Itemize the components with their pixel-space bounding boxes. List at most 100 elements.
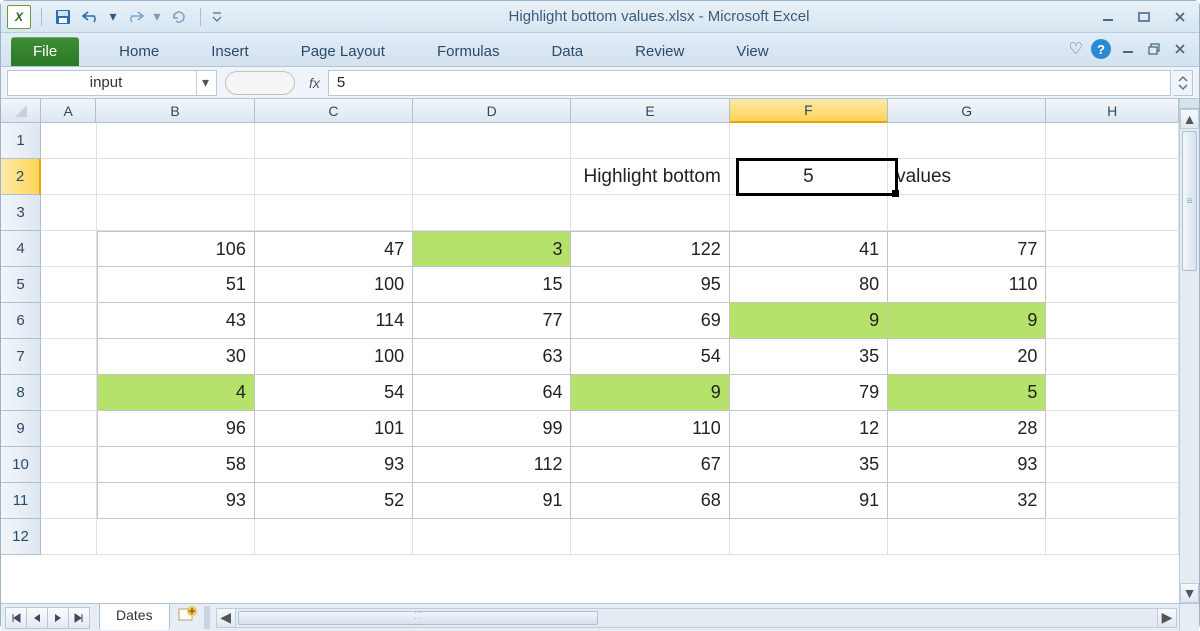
cell-F1[interactable]	[730, 123, 888, 159]
ribbon-tab-page-layout[interactable]: Page Layout	[281, 37, 405, 66]
cell-C2[interactable]	[255, 159, 413, 195]
cell-G2[interactable]: values	[888, 159, 1046, 195]
row-header-4[interactable]: 4	[1, 231, 41, 267]
minimize-button[interactable]	[1095, 7, 1121, 27]
help-icon[interactable]: ?	[1091, 39, 1111, 59]
cell-H7[interactable]	[1046, 339, 1179, 375]
split-box[interactable]	[1180, 99, 1199, 109]
column-header-G[interactable]: G	[888, 99, 1046, 123]
ribbon-tab-insert[interactable]: Insert	[191, 37, 269, 66]
undo-dropdown[interactable]: ▾	[108, 6, 118, 28]
cell-G7[interactable]: 20	[888, 339, 1046, 375]
cell-H8[interactable]	[1046, 375, 1179, 411]
hscroll-thumb[interactable]	[238, 611, 598, 625]
cell-A6[interactable]	[41, 303, 97, 339]
cell-G3[interactable]	[888, 195, 1046, 231]
cell-D7[interactable]: 63	[413, 339, 571, 375]
row-header-3[interactable]: 3	[1, 195, 41, 231]
cell-F12[interactable]	[730, 519, 888, 555]
cell-A2[interactable]	[41, 159, 97, 195]
excel-icon[interactable]: X	[7, 5, 31, 29]
file-tab[interactable]: File	[11, 37, 79, 66]
name-box-dropdown[interactable]: ▾	[196, 71, 214, 95]
cell-H12[interactable]	[1046, 519, 1179, 555]
cell-H10[interactable]	[1046, 447, 1179, 483]
cell-D1[interactable]	[413, 123, 571, 159]
cell-A4[interactable]	[41, 231, 97, 267]
tab-prev-button[interactable]	[26, 607, 48, 629]
cell-H3[interactable]	[1046, 195, 1179, 231]
cell-D11[interactable]: 91	[413, 483, 571, 519]
doc-restore-button[interactable]	[1145, 39, 1163, 59]
row-header-5[interactable]: 5	[1, 267, 41, 303]
cell-A5[interactable]	[41, 267, 97, 303]
ribbon-collapse-icon[interactable]: ♡	[1069, 39, 1083, 59]
cell-G5[interactable]: 110	[888, 267, 1046, 303]
cell-C11[interactable]: 52	[255, 483, 413, 519]
tab-next-button[interactable]	[47, 607, 69, 629]
tab-first-button[interactable]	[5, 607, 27, 629]
column-header-E[interactable]: E	[571, 99, 729, 123]
row-header-9[interactable]: 9	[1, 411, 41, 447]
cell-E6[interactable]: 69	[571, 303, 729, 339]
redo-dropdown[interactable]: ▾	[152, 6, 162, 28]
cell-G6[interactable]: 9	[888, 303, 1046, 339]
row-header-2[interactable]: 2	[1, 159, 41, 195]
cell-H2[interactable]	[1046, 159, 1179, 195]
ribbon-tab-view[interactable]: View	[716, 37, 788, 66]
formula-bar-expand[interactable]	[1173, 70, 1193, 96]
cell-E10[interactable]: 67	[571, 447, 729, 483]
column-header-C[interactable]: C	[255, 99, 413, 123]
redo-button[interactable]	[124, 6, 146, 28]
select-all-corner[interactable]	[1, 99, 41, 123]
refresh-button[interactable]	[168, 6, 190, 28]
cell-G4[interactable]: 77	[888, 231, 1046, 267]
sheet[interactable]: ABCDEFGH 123456789101112 Highlight botto…	[1, 99, 1179, 603]
sheet-tab[interactable]: Dates	[99, 603, 170, 630]
cell-H5[interactable]	[1046, 267, 1179, 303]
cell-E5[interactable]: 95	[571, 267, 729, 303]
new-sheet-button[interactable]	[176, 604, 200, 624]
cell-B6[interactable]: 43	[97, 303, 255, 339]
cell-B7[interactable]: 30	[97, 339, 255, 375]
cell-D2[interactable]	[413, 159, 571, 195]
cell-C4[interactable]: 47	[255, 231, 413, 267]
cells-grid[interactable]: Highlight bottom5values10647312241775110…	[41, 123, 1179, 603]
cell-F2[interactable]: 5	[730, 159, 888, 195]
cell-E2[interactable]: Highlight bottom	[571, 159, 729, 195]
scroll-down-button[interactable]: ▼	[1180, 583, 1199, 603]
column-header-H[interactable]: H	[1046, 99, 1179, 123]
cell-C8[interactable]: 54	[255, 375, 413, 411]
cell-B12[interactable]	[97, 519, 255, 555]
cell-G1[interactable]	[888, 123, 1046, 159]
cell-E9[interactable]: 110	[571, 411, 729, 447]
cell-A10[interactable]	[41, 447, 97, 483]
formula-input[interactable]: 5	[328, 70, 1171, 96]
cell-H11[interactable]	[1046, 483, 1179, 519]
cell-F10[interactable]: 35	[730, 447, 888, 483]
cell-C3[interactable]	[255, 195, 413, 231]
cell-A7[interactable]	[41, 339, 97, 375]
row-header-11[interactable]: 11	[1, 483, 41, 519]
cell-D5[interactable]: 15	[413, 267, 571, 303]
maximize-button[interactable]	[1131, 7, 1157, 27]
scroll-left-button[interactable]: ◀	[216, 608, 236, 628]
cell-F9[interactable]: 12	[730, 411, 888, 447]
vscroll-thumb[interactable]	[1182, 131, 1197, 271]
doc-close-button[interactable]	[1171, 39, 1189, 59]
cell-E3[interactable]	[571, 195, 729, 231]
column-header-B[interactable]: B	[96, 99, 254, 123]
cell-B5[interactable]: 51	[97, 267, 255, 303]
cell-F6[interactable]: 9	[730, 303, 888, 339]
cell-A8[interactable]	[41, 375, 97, 411]
row-header-6[interactable]: 6	[1, 303, 41, 339]
cell-D10[interactable]: 112	[413, 447, 571, 483]
name-box[interactable]: input ▾	[7, 70, 217, 96]
undo-button[interactable]	[80, 6, 102, 28]
ribbon-tab-data[interactable]: Data	[531, 37, 603, 66]
cell-D4[interactable]: 3	[413, 231, 571, 267]
qat-customize-dropdown[interactable]	[211, 6, 223, 28]
scroll-right-button[interactable]: ▶	[1157, 608, 1177, 628]
cell-C9[interactable]: 101	[255, 411, 413, 447]
cell-B10[interactable]: 58	[97, 447, 255, 483]
